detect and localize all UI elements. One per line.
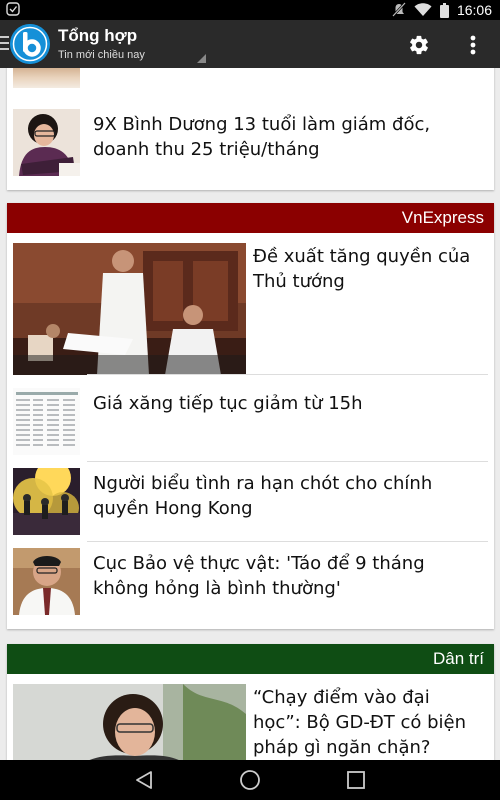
list-item[interactable]: Giá xăng tiếp tục giảm từ 15h [13,388,488,462]
article-headline[interactable]: Cục Bảo vệ thực vật: 'Táo để 9 tháng khô… [93,551,483,601]
divider [87,374,488,375]
overflow-menu-button[interactable] [460,30,486,60]
app-bar: Tổng hợp Tin mới chiều nay [0,20,500,68]
home-button[interactable] [237,768,263,792]
section-source: Dân trí [432,649,484,668]
app-logo[interactable] [10,24,50,64]
section-header[interactable]: Dân trí [7,644,494,674]
app-subtitle[interactable]: Tin mới chiều nay [58,49,145,61]
status-bar: 16:06 [0,0,500,20]
list-item[interactable]: “Chạy điểm vào đại học”: Bộ GD-ĐT có biệ… [13,684,488,760]
news-card: VnExpress Đề xuất tăng quyền của Thủ tướ… [7,203,494,629]
list-item[interactable]: 9X Bình Dương 13 tuổi làm giám đốc, doan… [13,109,488,179]
home-icon [240,770,260,790]
article-thumbnail [13,548,80,615]
list-item[interactable]: Đề xuất tăng quyền của Thủ tướng [13,243,488,375]
article-thumbnail [13,68,80,88]
dropdown-indicator-icon[interactable] [197,54,206,63]
battery-icon [439,2,449,18]
mute-icon [392,2,406,17]
recents-button[interactable] [343,768,369,792]
article-headline[interactable]: Giá xăng tiếp tục giảm từ 15h [93,391,483,416]
overflow-menu-icon [470,35,476,55]
back-button[interactable] [131,768,157,792]
notification-icon [6,2,20,16]
section-header[interactable]: VnExpress [7,203,494,233]
list-item[interactable]: Cục Bảo vệ thực vật: 'Táo để 9 tháng khô… [13,548,488,616]
list-item[interactable] [13,68,488,88]
article-thumbnail [13,684,246,760]
settings-icon [410,35,428,55]
article-headline[interactable]: “Chạy điểm vào đại học”: Bộ GD-ĐT có biệ… [253,685,483,760]
article-headline[interactable]: Người biểu tình ra hạn chót cho chính qu… [93,471,483,521]
article-headline[interactable]: Đề xuất tăng quyền của Thủ tướng [253,244,483,294]
clock-time: 16:06 [456,2,492,18]
app-title[interactable]: Tổng hợp [58,26,137,46]
article-thumbnail [13,468,80,535]
divider [87,461,488,462]
back-icon [136,771,152,789]
navigation-bar [0,760,500,800]
article-headline[interactable]: 9X Bình Dương 13 tuổi làm giám đốc, doan… [93,112,483,162]
news-feed[interactable]: 9X Bình Dương 13 tuổi làm giám đốc, doan… [0,68,500,760]
settings-button[interactable] [404,30,434,60]
article-thumbnail [13,388,80,455]
news-card: Dân trí “Chạy điểm vào đại học”: Bộ GD-Đ… [7,644,494,760]
section-source: VnExpress [401,208,484,227]
article-thumbnail [13,243,246,375]
menu-icon[interactable] [0,35,10,51]
wifi-icon [414,3,432,17]
news-card: 9X Bình Dương 13 tuổi làm giám đốc, doan… [7,68,494,190]
recents-icon [347,771,365,789]
divider [87,541,488,542]
list-item[interactable]: Người biểu tình ra hạn chót cho chính qu… [13,468,488,542]
article-thumbnail [13,109,80,176]
